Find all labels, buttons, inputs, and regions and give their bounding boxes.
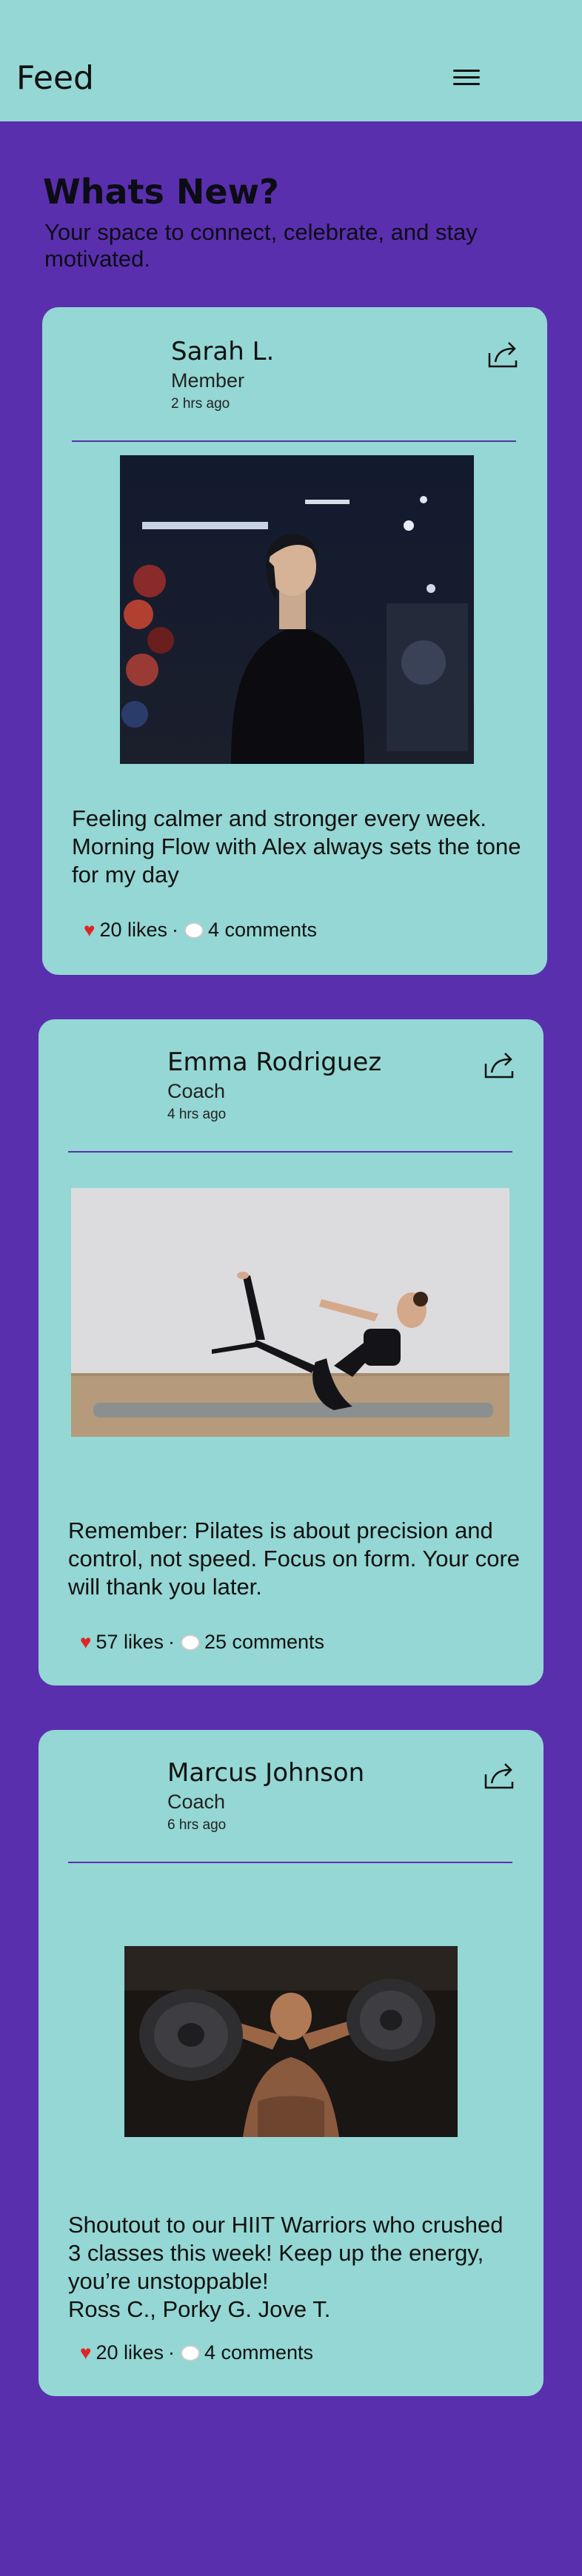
hero-subtitle: Your space to connect, celebrate, and st… [44,219,478,272]
post-card: Sarah L. Member 2 hrs ago Feeling calmer… [42,307,547,975]
post-author-role: Coach [167,1080,226,1102]
post-image [124,1946,458,2137]
post-image [120,455,474,764]
pilates-pose-photo [71,1188,509,1437]
comment-bubble-icon[interactable] [180,1634,200,1651]
separator-dot: · [167,2341,175,2364]
post-text: Feeling calmer and stronger every week. … [72,805,521,888]
woman-in-gym-photo [120,455,474,764]
post-timestamp: 2 hrs ago [171,396,230,412]
heart-icon[interactable]: ♥ [84,919,95,942]
separator-dot: · [171,919,178,941]
share-icon[interactable] [486,340,521,369]
post-image [71,1188,509,1437]
top-app-bar: Feed [0,0,582,121]
post-stats: ♥ 57 likes · 25 comments [80,1631,324,1654]
like-count[interactable]: 57 likes [96,1631,164,1654]
post-stats: ♥ 20 likes · 4 comments [80,2341,313,2364]
post-author[interactable]: Marcus Johnson [167,1758,364,1788]
dumbbell-press-photo [124,1946,458,2137]
post-author[interactable]: Emma Rodriguez [167,1047,381,1077]
post-divider [68,1862,512,1863]
hero-title: Whats New? [43,172,279,212]
heart-icon[interactable]: ♥ [80,2341,91,2364]
post-divider [72,440,516,442]
like-count[interactable]: 20 likes [96,2341,164,2364]
comment-count[interactable]: 25 comments [204,1631,324,1654]
post-card: Emma Rodriguez Coach 4 hrs ago Remember:… [39,1019,543,1686]
post-author[interactable]: Sarah L. [171,337,274,366]
share-icon[interactable] [483,1050,517,1080]
comment-count[interactable]: 4 comments [204,2341,313,2364]
post-timestamp: 4 hrs ago [167,1107,227,1122]
post-author-role: Coach [167,1791,226,1813]
post-timestamp: 6 hrs ago [167,1817,227,1833]
post-text: Shoutout to our HIIT Warriors who crushe… [68,2212,504,2322]
post-card: Marcus Johnson Coach 6 hrs ago Shoutout … [39,1730,543,2396]
post-author-role: Member [171,369,245,392]
share-icon[interactable] [483,1761,517,1791]
post-stats: ♥ 20 likes · 4 comments [84,919,317,942]
comment-bubble-icon[interactable] [184,922,204,939]
page-title: Feed [16,59,94,97]
like-count[interactable]: 20 likes [99,919,167,942]
post-divider [68,1151,512,1153]
comment-bubble-icon[interactable] [180,2344,200,2361]
separator-dot: · [167,1631,175,1653]
post-text: Remember: Pilates is about precision and… [68,1517,521,1600]
comment-count[interactable]: 4 comments [208,919,317,942]
heart-icon[interactable]: ♥ [80,1631,91,1654]
hamburger-menu-icon[interactable] [450,65,483,90]
